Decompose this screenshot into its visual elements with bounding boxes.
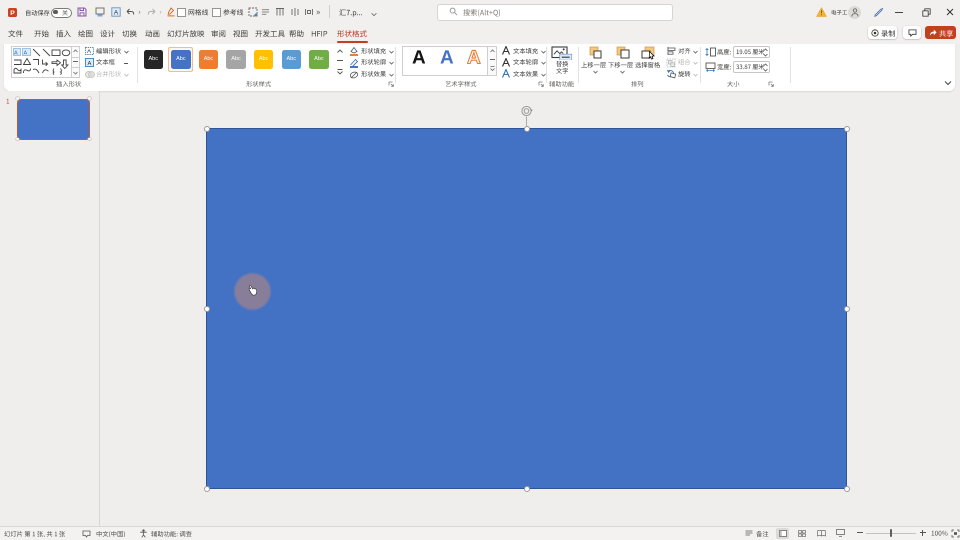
svg-text:A: A (24, 51, 28, 57)
svg-text:A: A (14, 51, 18, 57)
svg-text:A: A (114, 9, 119, 16)
svg-text:A: A (87, 61, 91, 67)
svg-text:P: P (10, 10, 15, 17)
